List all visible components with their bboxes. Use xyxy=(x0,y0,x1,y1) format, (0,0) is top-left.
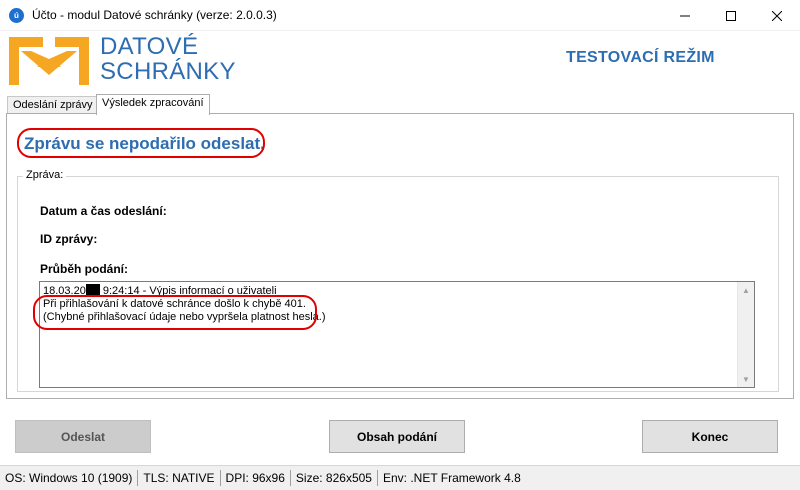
brand-name: DATOVÉ SCHRÁNKY xyxy=(100,34,236,84)
end-button[interactable]: Konec xyxy=(642,420,778,453)
minimize-icon xyxy=(680,15,690,16)
status-tls: TLS: NATIVE xyxy=(138,470,221,486)
annotation-highlight-status xyxy=(17,128,265,158)
status-bar: OS: Windows 10 (1909) TLS: NATIVE DPI: 9… xyxy=(0,465,800,490)
brand-line-2: SCHRÁNKY xyxy=(100,58,236,85)
maximize-button[interactable] xyxy=(708,0,754,31)
maximize-icon xyxy=(726,10,736,21)
log-scrollbar[interactable]: ▲ ▼ xyxy=(737,282,754,387)
datove-schranky-logo-icon xyxy=(9,37,89,85)
tab-processing-result[interactable]: Výsledek zpracování xyxy=(96,94,210,115)
status-os: OS: Windows 10 (1909) xyxy=(0,470,139,486)
send-button[interactable]: Odeslat xyxy=(15,420,151,453)
annotation-highlight-error xyxy=(33,295,317,330)
test-mode-label: TESTOVACÍ REŽIM xyxy=(566,49,715,66)
submission-content-button[interactable]: Obsah podání xyxy=(329,420,465,453)
scroll-up-icon[interactable]: ▲ xyxy=(738,282,754,298)
close-button[interactable] xyxy=(754,0,800,31)
tab-send-message[interactable]: Odeslání zprávy xyxy=(7,96,99,114)
minimize-button[interactable] xyxy=(662,0,708,31)
title-bar: ú Účto - modul Datové schránky (verze: 2… xyxy=(0,0,800,31)
message-group-label: Zpráva: xyxy=(23,169,67,181)
message-id-label: ID zprávy: xyxy=(40,232,98,246)
window-title: Účto - modul Datové schránky (verze: 2.0… xyxy=(32,8,277,22)
scroll-down-icon[interactable]: ▼ xyxy=(738,371,754,387)
close-icon xyxy=(772,10,782,21)
progress-label: Průběh podání: xyxy=(40,262,128,276)
redaction-block xyxy=(85,284,100,295)
status-size: Size: 826x505 xyxy=(291,470,378,486)
app-logo-icon: ú xyxy=(9,8,24,23)
status-dpi: DPI: 96x96 xyxy=(221,470,291,486)
brand-line-1: DATOVÉ xyxy=(100,33,199,60)
status-env: Env: .NET Framework 4.8 xyxy=(382,471,521,485)
sent-datetime-label: Datum a čas odeslání: xyxy=(40,204,167,218)
